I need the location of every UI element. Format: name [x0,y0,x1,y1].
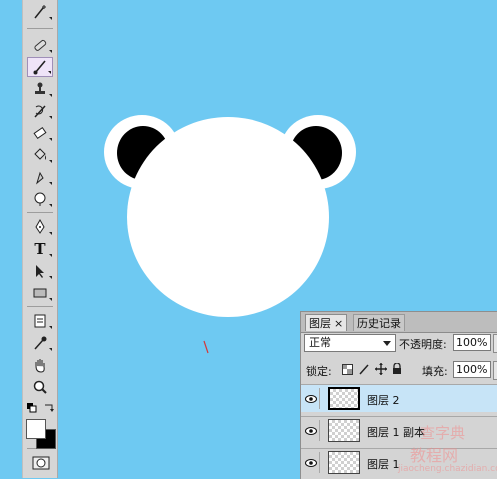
rectangle-shape-tool[interactable] [27,283,53,303]
notes-tool[interactable] [27,311,53,331]
layer-name: 图层 2 [367,394,400,407]
lock-label: 锁定: [306,365,332,378]
default-colors-icon[interactable] [27,403,37,413]
eyedropper-icon [34,336,47,350]
clone-stamp-tool[interactable] [27,79,53,99]
layer-thumbnail [328,451,360,474]
blend-mode-value: 正常 [309,336,331,349]
toolbar-divider [27,212,53,213]
hand-icon [35,359,45,373]
type-tool[interactable]: T [27,239,53,259]
eye-icon [305,458,317,467]
layer-thumbnail [328,387,360,410]
fill-slider-button[interactable] [493,361,497,380]
pen-tool[interactable] [27,217,53,237]
dodge-icon [34,192,46,206]
notes-icon [34,314,46,328]
paint-bucket-icon [34,148,46,160]
lock-all-icon[interactable] [391,363,403,375]
path-selection-icon [36,265,44,278]
blend-mode-select[interactable]: 正常 [304,334,396,352]
eyedropper-tool[interactable] [27,333,53,353]
fill-field[interactable]: 100% [453,361,491,378]
blur-icon [36,171,44,185]
visibility-toggle[interactable] [303,420,320,441]
zoom-icon [33,380,47,394]
foreground-color-swatch[interactable] [26,419,46,439]
brush-tool[interactable] [27,57,53,77]
magic-wand-tool[interactable] [27,2,53,22]
lock-pixels-icon[interactable] [358,363,370,375]
fill-label: 填充: [422,365,448,378]
tab-layers-label: 图层 [309,317,331,330]
chevron-down-icon [383,341,391,346]
layer-thumbnail [328,419,360,442]
eraser-tool[interactable] [27,123,53,143]
lock-transparency-icon[interactable] [341,363,353,375]
eye-icon [305,394,317,403]
layer-name: 图层 1 [367,458,400,471]
hand-tool[interactable] [27,355,53,375]
visibility-toggle[interactable] [303,452,320,473]
opacity-slider-button[interactable] [493,334,497,353]
panel-tabs: 图层 × 历史记录 [301,312,497,333]
history-brush-icon [34,105,46,118]
blur-tool[interactable] [27,167,53,187]
lock-position-icon[interactable] [375,363,387,375]
opacity-label: 不透明度: [399,338,447,351]
path-selection-tool[interactable] [27,261,53,281]
layer-row[interactable]: 图层 2 [301,384,497,412]
layer-row[interactable]: 图层 1 副本 [301,416,497,444]
eye-icon [305,426,317,435]
tab-history[interactable]: 历史记录 [353,314,405,331]
toolbar-divider [27,28,53,29]
brush-icon [33,60,46,75]
dodge-tool[interactable] [27,189,53,209]
swap-colors-icon[interactable] [43,403,55,413]
layer-row[interactable]: 图层 1 [301,448,497,476]
history-brush-tool[interactable] [27,101,53,121]
quick-mask-icon[interactable] [32,456,50,470]
toolbar-divider [27,306,53,307]
close-icon[interactable]: × [331,317,343,330]
paint-bucket-tool[interactable] [27,145,53,165]
head-circle [127,117,329,317]
layer-name: 图层 1 副本 [367,426,425,439]
tools-panel: T [22,0,58,478]
visibility-toggle[interactable] [303,388,320,409]
healing-brush-tool[interactable] [27,35,53,55]
zoom-tool[interactable] [27,377,53,397]
eraser-icon [33,126,47,140]
rectangle-shape-icon [33,288,47,298]
opacity-field[interactable]: 100% [453,334,491,351]
type-icon: T [34,240,46,258]
magic-wand-icon [34,5,46,19]
pen-icon [35,219,45,234]
tab-history-label: 历史记录 [357,317,401,330]
clone-stamp-icon [35,82,45,94]
tab-layers[interactable]: 图层 × [305,314,348,331]
layers-panel: 图层 × 历史记录 正常 不透明度: 100% 锁定: 填充: 100% 图层 2 [300,311,497,479]
healing-brush-icon [34,39,47,51]
